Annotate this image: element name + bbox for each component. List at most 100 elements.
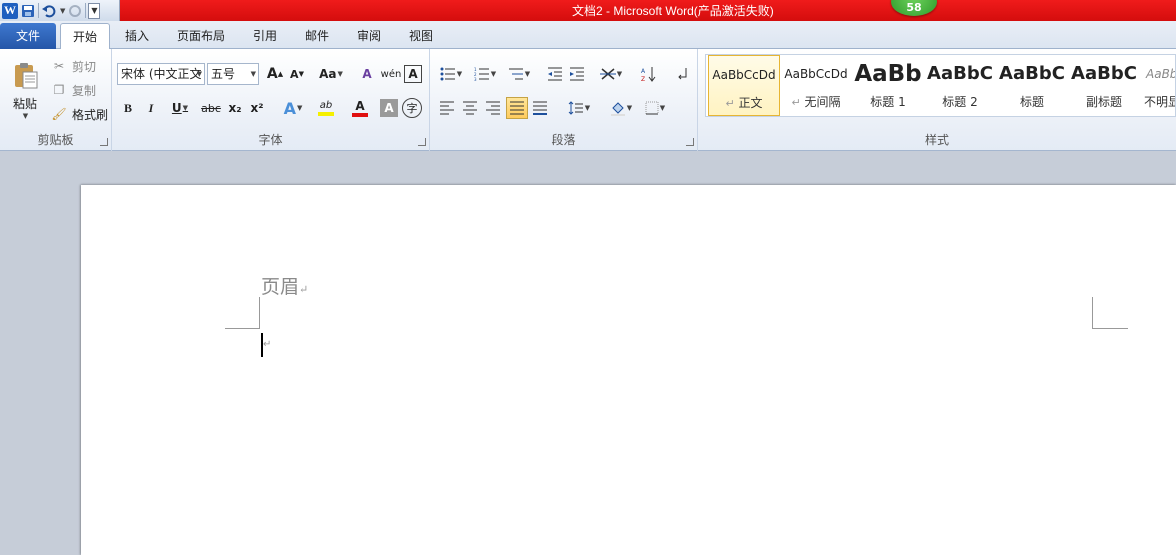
tab-insert[interactable]: 插入	[114, 23, 160, 49]
decrease-indent-icon[interactable]	[544, 63, 566, 85]
style-normal[interactable]: AaBbCcDd ↵ 正文	[708, 55, 780, 116]
grow-font-icon[interactable]: A ▲	[264, 63, 286, 85]
phonetic-guide-icon[interactable]: wén	[380, 63, 402, 85]
tab-page-layout[interactable]: 页面布局	[168, 23, 234, 49]
distributed-icon[interactable]	[529, 97, 551, 119]
style-normal-name: 正文	[738, 96, 763, 110]
undo-icon[interactable]	[41, 3, 57, 19]
font-size-combo[interactable]: 五号 ▼	[207, 63, 259, 85]
paragraph-launcher-icon[interactable]	[686, 138, 694, 146]
enclose-char-glyph: 字	[406, 102, 418, 115]
window-title: 文档2 - Microsoft Word(产品激活失败)	[572, 4, 774, 18]
tab-references[interactable]: 引用	[244, 23, 286, 49]
undo-dropdown-icon[interactable]: ▼	[60, 7, 65, 15]
shrink-font-icon[interactable]: A ▼	[286, 63, 308, 85]
highlight-icon[interactable]: ab	[310, 97, 342, 119]
para-mark-icon: ↵	[263, 339, 272, 350]
document-page[interactable]: 页眉↵ ↵	[81, 185, 1176, 555]
text-effect-icon[interactable]: A ▼	[278, 97, 308, 119]
customize-qat-icon[interactable]: ▼	[88, 2, 101, 19]
highlight-color-swatch	[318, 112, 334, 116]
chinese-layout-icon[interactable]: ▼	[596, 63, 626, 85]
superscript-icon[interactable]: x²	[246, 97, 268, 119]
word-app-icon[interactable]: W	[2, 2, 18, 19]
style-no-spacing-name: 无间隔	[804, 95, 841, 109]
tab-mailings[interactable]: 邮件	[296, 23, 338, 49]
highlight-glyph: ab	[319, 100, 333, 111]
cut-button[interactable]: ✂ 剪切	[50, 57, 96, 75]
style-heading-2[interactable]: AaBbC 标题 2	[924, 55, 996, 116]
underline-icon[interactable]: U ▼	[164, 97, 196, 119]
shrink-font-glyph: A	[290, 67, 299, 81]
bold-icon[interactable]: B	[117, 97, 139, 119]
font-size-dropdown-icon[interactable]: ▼	[251, 64, 256, 84]
para-mark-icon: ↵	[725, 97, 735, 110]
char-border-glyph: A	[408, 67, 418, 81]
tab-view[interactable]: 视图	[400, 23, 442, 49]
font-name-combo[interactable]: 宋体 (中文正文 ▼	[117, 63, 205, 85]
style-subtle-emphasis[interactable]: AaBbC 不明显	[1140, 55, 1175, 116]
shading-icon[interactable]: ▼	[606, 97, 636, 119]
style-subtle-name: 不明显	[1144, 95, 1175, 109]
justify-icon[interactable]	[506, 97, 528, 119]
redo-icon[interactable]	[67, 3, 83, 19]
style-normal-label: ↵ 正文	[709, 94, 779, 111]
styles-gallery: AaBbCcDd ↵ 正文 AaBbCcDd ↵ 无间隔 AaBb 标题 1 A…	[705, 54, 1176, 117]
show-marks-icon[interactable]	[672, 63, 694, 85]
style-heading-1[interactable]: AaBb 标题 1	[852, 55, 924, 116]
para-mark-icon: ↵	[299, 283, 309, 296]
format-painter-label: 格式刷	[72, 107, 109, 122]
notification-badge[interactable]: 58	[891, 0, 937, 16]
clear-format-icon[interactable]: A	[356, 63, 378, 85]
style-title[interactable]: AaBbC 标题	[996, 55, 1068, 116]
char-border-icon[interactable]: A	[404, 65, 422, 83]
copy-button[interactable]: ❐ 复制	[50, 81, 96, 99]
clear-format-glyph: A	[362, 67, 372, 81]
bold-glyph: B	[123, 100, 132, 115]
bullets-icon[interactable]: ▼	[436, 63, 466, 85]
style-no-spacing[interactable]: AaBbCcDd ↵ 无间隔	[780, 55, 852, 116]
sort-icon[interactable]: AZ	[638, 63, 660, 85]
increase-indent-icon[interactable]	[566, 63, 588, 85]
svg-text:A: A	[641, 68, 646, 75]
char-shading-icon[interactable]: A	[380, 99, 398, 117]
margin-corner-top-left	[225, 328, 260, 329]
save-icon[interactable]	[20, 3, 36, 19]
line-spacing-icon[interactable]: ▼	[564, 97, 594, 119]
style-heading-1-sample: AaBb	[854, 61, 922, 87]
tab-home[interactable]: 开始	[60, 23, 110, 50]
clipboard-launcher-icon[interactable]	[100, 138, 108, 146]
enclose-char-icon[interactable]: 字	[402, 98, 422, 118]
strikethrough-icon[interactable]: abc	[200, 97, 222, 119]
align-center-icon[interactable]	[459, 97, 481, 119]
align-right-icon[interactable]	[482, 97, 504, 119]
change-case-icon[interactable]: Aa ▼	[316, 63, 346, 85]
italic-icon[interactable]: I	[140, 97, 162, 119]
header-label: 页眉	[261, 276, 300, 298]
para-mark-icon: ↵	[791, 96, 801, 109]
subscript-icon[interactable]: x₂	[224, 97, 246, 119]
font-color-swatch	[352, 112, 368, 117]
paste-button[interactable]: 粘贴 ▼	[6, 55, 44, 125]
underline-glyph: U	[171, 101, 182, 115]
font-launcher-icon[interactable]	[418, 138, 426, 146]
font-size-value: 五号	[211, 67, 236, 81]
numbering-icon[interactable]: 1 2 3 ▼	[470, 63, 500, 85]
paste-dropdown-icon[interactable]: ▼	[23, 112, 28, 120]
paste-label: 粘贴	[12, 96, 37, 111]
style-title-sample: AaBbC	[999, 63, 1065, 84]
font-color-icon[interactable]: A	[344, 97, 376, 119]
borders-icon[interactable]: ▼	[640, 97, 670, 119]
grow-font-glyph: A	[266, 66, 278, 82]
paste-icon	[15, 62, 38, 88]
style-no-spacing-sample: AaBbCcDd	[784, 67, 848, 81]
format-painter-button[interactable]: 🖌 格式刷	[50, 105, 108, 123]
header-text[interactable]: 页眉↵	[261, 272, 308, 299]
italic-glyph: I	[148, 100, 154, 115]
tab-file[interactable]: 文件	[0, 23, 56, 49]
style-subtitle[interactable]: AaBbC 副标题	[1068, 55, 1140, 116]
tab-review[interactable]: 审阅	[348, 23, 390, 49]
multilevel-list-icon[interactable]: ▼	[504, 63, 534, 85]
font-name-dropdown-icon[interactable]: ▼	[197, 64, 202, 84]
align-left-icon[interactable]	[436, 97, 458, 119]
